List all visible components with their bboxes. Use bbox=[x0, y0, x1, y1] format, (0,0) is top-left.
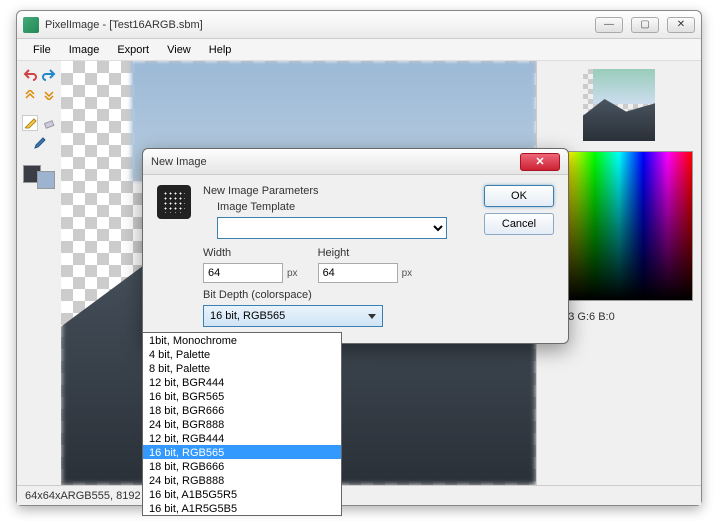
dialog-title-text: New Image bbox=[151, 156, 520, 168]
dialog-titlebar[interactable]: New Image ✕ bbox=[143, 149, 568, 175]
statusbar: 64x64xARGB555, 8192 bytes B: 248) bbox=[17, 485, 701, 505]
expand-down-icon[interactable] bbox=[41, 87, 57, 103]
bitdepth-option[interactable]: 8 bit, Palette bbox=[143, 361, 341, 375]
dialog-heading: New Image Parameters bbox=[203, 185, 472, 197]
undo-icon[interactable] bbox=[22, 67, 38, 83]
dialog-icon bbox=[157, 185, 191, 219]
bitdepth-option[interactable]: 24 bit, BGR888 bbox=[143, 417, 341, 431]
bitdepth-option[interactable]: 18 bit, BGR666 bbox=[143, 403, 341, 417]
width-input[interactable] bbox=[203, 263, 283, 283]
bitdepth-dropdown-list[interactable]: 1bit, Monochrome4 bit, Palette8 bit, Pal… bbox=[142, 332, 342, 516]
bitdepth-option[interactable]: 16 bit, RGB565 bbox=[143, 445, 341, 459]
height-input[interactable] bbox=[318, 263, 398, 283]
bitdepth-option[interactable]: 12 bit, RGB444 bbox=[143, 431, 341, 445]
template-select[interactable] bbox=[217, 217, 447, 239]
menu-view[interactable]: View bbox=[159, 42, 199, 58]
eraser-tool-icon[interactable] bbox=[41, 115, 57, 131]
dialog-buttons: OK Cancel bbox=[484, 185, 554, 327]
eyedropper-tool-icon[interactable] bbox=[31, 135, 47, 151]
bitdepth-value: 16 bit, RGB565 bbox=[210, 310, 285, 322]
bitdepth-option[interactable]: 12 bit, BGR444 bbox=[143, 375, 341, 389]
redo-icon[interactable] bbox=[41, 67, 57, 83]
thumbnail[interactable] bbox=[583, 69, 655, 141]
width-unit: px bbox=[287, 268, 298, 279]
dialog-body: New Image Parameters Image Template Widt… bbox=[143, 175, 568, 343]
width-label: Width bbox=[203, 247, 298, 259]
bitdepth-option[interactable]: 16 bit, A1R5G5B5 bbox=[143, 501, 341, 515]
app-icon bbox=[23, 17, 39, 33]
menubar: File Image Export View Help bbox=[17, 39, 701, 61]
window-controls: — ▢ ✕ bbox=[595, 17, 695, 33]
window-title: PixelImage - [Test16ARGB.sbm] bbox=[45, 19, 595, 31]
height-unit: px bbox=[402, 268, 413, 279]
template-label: Image Template bbox=[217, 201, 472, 213]
menu-help[interactable]: Help bbox=[201, 42, 240, 58]
color-swatches bbox=[23, 165, 55, 189]
height-label: Height bbox=[318, 247, 413, 259]
chevron-down-icon bbox=[368, 314, 376, 319]
menu-file[interactable]: File bbox=[25, 42, 59, 58]
bitdepth-label: Bit Depth (colorspace) bbox=[203, 289, 472, 301]
menu-export[interactable]: Export bbox=[109, 42, 157, 58]
bitdepth-option[interactable]: 18 bit, RGB666 bbox=[143, 459, 341, 473]
bitdepth-option[interactable]: 24 bit, RGB888 bbox=[143, 473, 341, 487]
dialog-fields: New Image Parameters Image Template Widt… bbox=[203, 185, 472, 327]
ok-button[interactable]: OK bbox=[484, 185, 554, 207]
titlebar[interactable]: PixelImage - [Test16ARGB.sbm] — ▢ ✕ bbox=[17, 11, 701, 39]
bitdepth-option[interactable]: 4 bit, Palette bbox=[143, 347, 341, 361]
bitdepth-option[interactable]: 1bit, Monochrome bbox=[143, 333, 341, 347]
dialog-close-button[interactable]: ✕ bbox=[520, 153, 560, 171]
minimize-button[interactable]: — bbox=[595, 17, 623, 33]
maximize-button[interactable]: ▢ bbox=[631, 17, 659, 33]
bitdepth-option[interactable]: 16 bit, BGR565 bbox=[143, 389, 341, 403]
bitdepth-option[interactable]: 16 bit, A1B5G5R5 bbox=[143, 487, 341, 501]
menu-image[interactable]: Image bbox=[61, 42, 108, 58]
bitdepth-combobox[interactable]: 16 bit, RGB565 bbox=[203, 305, 383, 327]
toolbox bbox=[17, 61, 61, 485]
cancel-button[interactable]: Cancel bbox=[484, 213, 554, 235]
expand-up-icon[interactable] bbox=[22, 87, 38, 103]
new-image-dialog: New Image ✕ New Image Parameters Image T… bbox=[142, 148, 569, 344]
close-button[interactable]: ✕ bbox=[667, 17, 695, 33]
pencil-tool-icon[interactable] bbox=[22, 115, 38, 131]
background-swatch[interactable] bbox=[37, 171, 55, 189]
